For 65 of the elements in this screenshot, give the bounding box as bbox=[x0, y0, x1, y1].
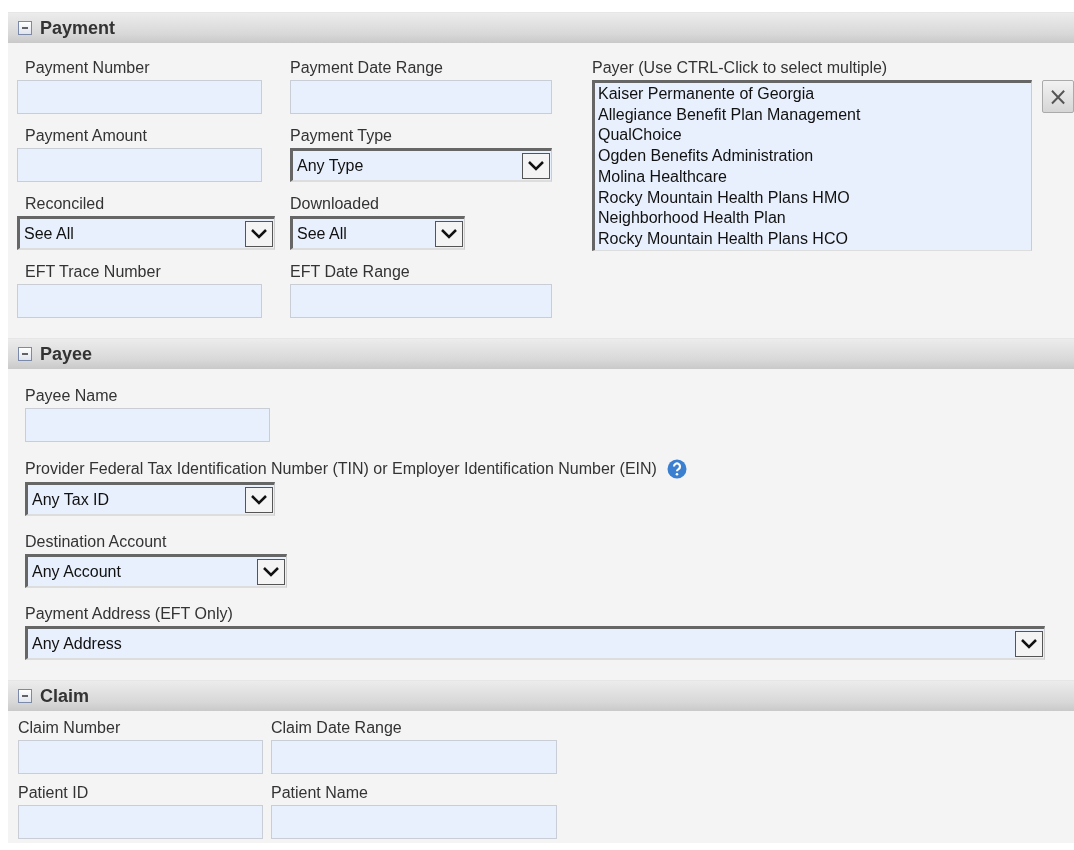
dropdown-field[interactable]: See All bbox=[290, 216, 465, 250]
input-field[interactable] bbox=[18, 805, 263, 839]
payer-option[interactable]: QualChoice bbox=[598, 125, 1028, 147]
dropdown-field[interactable]: Any Account bbox=[25, 554, 287, 588]
dropdown-button[interactable] bbox=[1015, 630, 1043, 657]
field-label: Payment Date Range bbox=[290, 59, 443, 77]
field-label: Claim Number bbox=[18, 719, 121, 737]
payer-option[interactable]: Rocky Mountain Health Plans HMO bbox=[598, 187, 1028, 209]
payer-option[interactable]: Neighborhood Health Plan bbox=[598, 208, 1028, 229]
input-field[interactable] bbox=[18, 740, 263, 774]
collapse-toggle[interactable] bbox=[18, 689, 32, 703]
field-label: Downloaded bbox=[290, 195, 379, 213]
field-label: Payment Amount bbox=[24, 127, 147, 145]
input-field[interactable] bbox=[17, 284, 262, 318]
minus-icon bbox=[21, 692, 29, 700]
payer-option[interactable]: Rocky Mountain Health Plans HCO bbox=[598, 228, 1028, 250]
dropdown-field[interactable]: Any Tax ID bbox=[25, 482, 275, 516]
payer-option[interactable]: Kaiser Permanente of Georgia bbox=[598, 84, 1028, 105]
input-field[interactable] bbox=[290, 284, 552, 318]
collapse-toggle[interactable] bbox=[18, 347, 32, 361]
collapse-toggle[interactable] bbox=[18, 21, 32, 35]
clear-button[interactable]: × bbox=[1042, 80, 1074, 113]
help-icon[interactable] bbox=[666, 459, 687, 479]
section-title: Claim bbox=[40, 685, 90, 707]
field-label: Payment Type bbox=[290, 127, 392, 145]
input-field[interactable] bbox=[17, 148, 262, 182]
input-field[interactable] bbox=[25, 408, 270, 442]
payer-option[interactable]: Allegiance Benefit Plan Management bbox=[598, 104, 1028, 126]
field-label: Patient ID bbox=[18, 784, 89, 802]
minus-icon bbox=[21, 350, 29, 358]
field-label: Payment Address (EFT Only) bbox=[25, 605, 233, 623]
chevron-down-icon bbox=[1021, 638, 1037, 649]
section-title: Payee bbox=[40, 343, 93, 365]
minus-icon bbox=[21, 24, 29, 32]
field-label: Destination Account bbox=[25, 533, 167, 551]
field-label: EFT Trace Number bbox=[24, 263, 161, 281]
field-label: Payment Number bbox=[24, 59, 150, 77]
input-field[interactable] bbox=[290, 80, 552, 114]
field-label: EFT Date Range bbox=[290, 263, 410, 281]
field-label: Reconciled bbox=[24, 195, 105, 213]
payer-option[interactable]: Ogden Benefits Administration bbox=[598, 146, 1028, 167]
dropdown-button[interactable] bbox=[435, 220, 463, 247]
payer-label: Payer (Use CTRL-Click to select multiple) bbox=[592, 59, 889, 77]
dropdown-button[interactable] bbox=[245, 220, 273, 247]
field-label: Payee Name bbox=[25, 387, 118, 405]
section-title: Payment bbox=[40, 17, 116, 39]
chevron-down-icon bbox=[251, 494, 267, 505]
dropdown-field[interactable]: Any Type bbox=[290, 148, 552, 182]
dropdown-field[interactable]: See All bbox=[17, 216, 275, 250]
chevron-down-icon bbox=[528, 160, 544, 171]
dropdown-button[interactable] bbox=[245, 486, 273, 513]
chevron-down-icon bbox=[251, 228, 267, 239]
input-field[interactable] bbox=[271, 740, 557, 774]
field-label: Claim Date Range bbox=[271, 719, 402, 737]
field-label: Provider Federal Tax Identification Number (TIN) or Employer Identification Number (EIN) bbox=[25, 460, 657, 478]
payer-option[interactable]: Molina Healthcare bbox=[598, 166, 1028, 188]
dropdown-button[interactable] bbox=[257, 558, 285, 585]
dropdown-field[interactable]: Any Address bbox=[25, 626, 1045, 660]
dropdown-button[interactable] bbox=[522, 152, 550, 179]
chevron-down-icon bbox=[441, 228, 457, 239]
input-field[interactable] bbox=[271, 805, 557, 839]
payer-list[interactable] bbox=[592, 80, 1032, 251]
field-label: Patient Name bbox=[271, 784, 368, 802]
chevron-down-icon bbox=[263, 566, 279, 577]
input-field[interactable] bbox=[17, 80, 262, 114]
